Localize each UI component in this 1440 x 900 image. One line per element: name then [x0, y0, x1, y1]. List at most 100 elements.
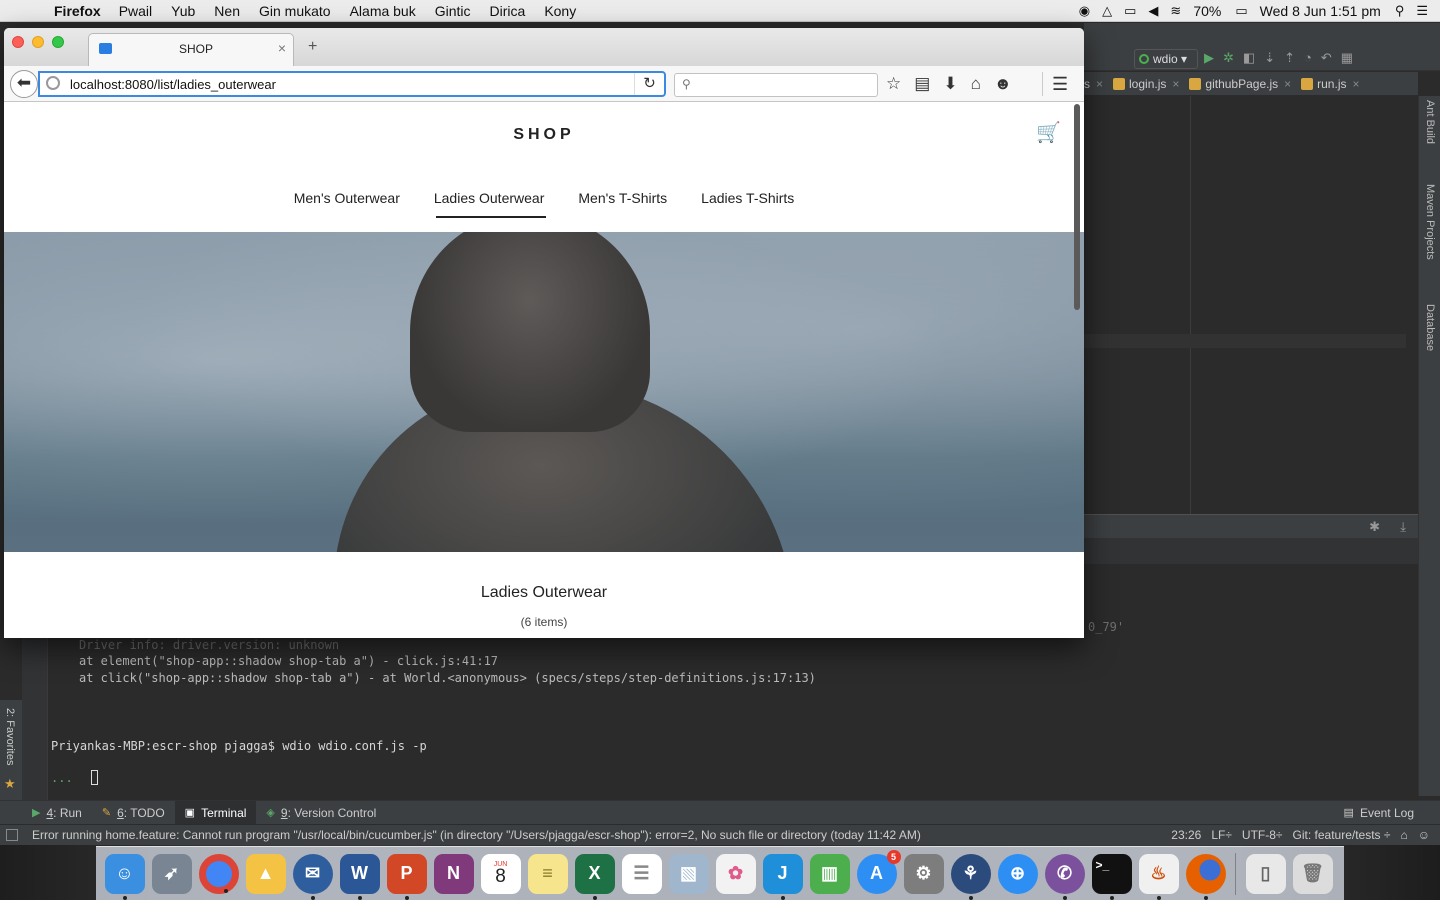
tool-tab-terminal[interactable]: ▣ Terminal	[174, 800, 257, 825]
reload-icon[interactable]: ↻	[634, 73, 664, 95]
debug-icon[interactable]: ✲	[1223, 50, 1234, 66]
page-scrollbar[interactable]	[1074, 104, 1080, 310]
photos-icon[interactable]: ✿	[715, 853, 756, 894]
airplay-icon[interactable]: ▭	[1124, 3, 1136, 19]
tool-maven-projects[interactable]: Maven Projects	[1424, 184, 1436, 260]
launchpad-icon[interactable]: ➶	[151, 853, 192, 894]
safari-icon[interactable]: ⊕	[997, 853, 1038, 894]
minimize-icon[interactable]: ⤓	[1400, 519, 1406, 535]
editor-tab[interactable]: run.js ×	[1301, 77, 1360, 91]
trash-icon[interactable]: 🗑	[1292, 853, 1333, 894]
hello-icon[interactable]: ☻	[994, 74, 1012, 94]
zoom-window-button[interactable]	[52, 36, 64, 48]
tool-tab-version-control[interactable]: ◈ 9: Version Control	[256, 801, 386, 825]
history-icon[interactable]: ◔	[1304, 50, 1312, 66]
reminders-icon[interactable]: ☰	[621, 853, 662, 894]
wifi-icon[interactable]: ≋	[1170, 3, 1181, 19]
bookmark-star-icon[interactable]: ☆	[886, 74, 901, 94]
structure-icon[interactable]: ▦	[1341, 50, 1353, 66]
url-text[interactable]: localhost:8080/list/ladies_outerwear	[70, 77, 276, 92]
excel-icon[interactable]: X	[574, 853, 615, 900]
new-tab-button[interactable]: +	[308, 38, 317, 56]
downloads-icon[interactable]: ⬇	[943, 74, 957, 94]
clock[interactable]: Wed 8 Jun 1:51 pm	[1260, 3, 1381, 19]
vcs-update-icon[interactable]: ⇣	[1264, 50, 1275, 66]
lock-icon[interactable]: ⌂	[1400, 828, 1407, 842]
tab-ladies-outerwear[interactable]: Ladies Outerwear	[417, 190, 562, 218]
drive-sync-icon[interactable]: △	[1102, 3, 1112, 19]
onenote-icon[interactable]: N	[433, 853, 474, 894]
powerpoint-icon[interactable]: P	[386, 853, 427, 900]
inspector-icon[interactable]: ☺	[1418, 828, 1430, 842]
status-message[interactable]: Error running home.feature: Cannot run p…	[32, 828, 921, 842]
chrome-icon[interactable]	[198, 853, 239, 894]
tool-tab-run[interactable]: ▶ 4: Run	[22, 801, 92, 825]
git-branch[interactable]: Git: feature/tests ÷	[1293, 828, 1391, 842]
java-icon[interactable]: ♨	[1138, 853, 1179, 900]
battery-icon[interactable]: ▭	[1235, 3, 1247, 19]
tab-mens-tshirts[interactable]: Men's T-Shirts	[561, 190, 684, 216]
sourcetree-icon[interactable]: ⚘	[950, 853, 991, 900]
notification-center-icon[interactable]: ☰	[1416, 3, 1428, 19]
tab-mens-outerwear[interactable]: Men's Outerwear	[277, 190, 417, 216]
menu-item[interactable]: Nen	[214, 3, 240, 19]
tool-tab-event-log[interactable]: ▤ Event Log	[1334, 801, 1424, 825]
back-button[interactable]: ⬅	[10, 70, 38, 98]
terminal-icon[interactable]: >_	[1091, 853, 1132, 900]
skype-icon[interactable]: ◉	[1079, 3, 1090, 19]
menu-item[interactable]: Alama buk	[350, 3, 416, 19]
system-preferences-icon[interactable]: ⚙	[903, 853, 944, 894]
shop-logo[interactable]: SHOP	[4, 126, 1084, 144]
menu-item[interactable]: Dirica	[490, 3, 526, 19]
numbers-icon[interactable]: ▥	[809, 853, 850, 894]
editor-tab[interactable]: login.js ×	[1113, 77, 1179, 91]
close-tab-icon[interactable]: ×	[278, 40, 286, 56]
gear-icon[interactable]: ✱	[1369, 519, 1380, 535]
menu-item[interactable]: Gin mukato	[259, 3, 331, 19]
editor-tab[interactable]: githubPage.js ×	[1189, 77, 1291, 91]
notes-icon[interactable]: ≡	[527, 853, 568, 894]
toggle-tool-windows-icon[interactable]	[6, 829, 18, 841]
menu-app-name[interactable]: Firefox	[54, 3, 101, 19]
globe-icon[interactable]	[46, 76, 60, 90]
document-icon[interactable]: ▯	[1245, 853, 1286, 894]
preview-icon[interactable]: ▧	[668, 853, 709, 894]
viber-icon[interactable]: ✆	[1044, 853, 1085, 900]
menu-item[interactable]: Gintic	[435, 3, 471, 19]
search-input[interactable]: ⚲	[674, 73, 878, 97]
coverage-icon[interactable]: ◧	[1243, 50, 1255, 66]
terminal-panel[interactable]: Driver info: driver.version: unknown at …	[22, 564, 1418, 800]
tab-ladies-tshirts[interactable]: Ladies T-Shirts	[684, 190, 811, 216]
menu-item[interactable]: Pwail	[119, 3, 152, 19]
line-separator[interactable]: LF÷	[1211, 828, 1232, 842]
close-icon[interactable]: ×	[1172, 77, 1179, 91]
shopping-cart-icon[interactable]: 🛒	[1036, 120, 1061, 145]
vcs-commit-icon[interactable]: ⇡	[1284, 50, 1295, 66]
tool-database[interactable]: Database	[1424, 304, 1436, 351]
tool-tab-todo[interactable]: ✎ 6: TODO	[92, 801, 175, 825]
volume-icon[interactable]: ◀	[1148, 3, 1158, 19]
home-icon[interactable]: ⌂	[971, 74, 981, 94]
close-icon[interactable]: ×	[1096, 77, 1103, 91]
finder-icon[interactable]: ☺	[104, 853, 145, 900]
intellij-icon[interactable]: J	[762, 853, 803, 900]
calendar-icon[interactable]: JUN 8	[480, 853, 521, 894]
app-store-icon[interactable]: A5	[856, 849, 901, 894]
spotlight-icon[interactable]: ⚲	[1395, 3, 1405, 19]
code-editor[interactable]	[1084, 96, 1406, 514]
url-bar[interactable]: localhost:8080/list/ladies_outerwear ↻	[38, 71, 666, 97]
run-config-select[interactable]: wdio ▾	[1134, 49, 1198, 69]
minimize-window-button[interactable]	[32, 36, 44, 48]
editor-tab[interactable]: s ×	[1084, 77, 1103, 91]
hamburger-menu-icon[interactable]: ☰	[1052, 74, 1068, 95]
cursor-position[interactable]: 23:26	[1171, 828, 1201, 842]
word-icon[interactable]: W	[339, 853, 380, 900]
google-drive-icon[interactable]: ▲	[245, 853, 286, 894]
file-encoding[interactable]: UTF-8÷	[1242, 828, 1283, 842]
thunderbird-icon[interactable]: ✉	[292, 853, 333, 900]
reading-list-icon[interactable]: ▤	[914, 74, 930, 94]
tool-favorites[interactable]: 2: Favorites	[4, 708, 16, 765]
browser-tab[interactable]: SHOP ×	[88, 33, 294, 66]
close-icon[interactable]: ×	[1284, 77, 1291, 91]
firefox-icon[interactable]	[1185, 853, 1226, 900]
